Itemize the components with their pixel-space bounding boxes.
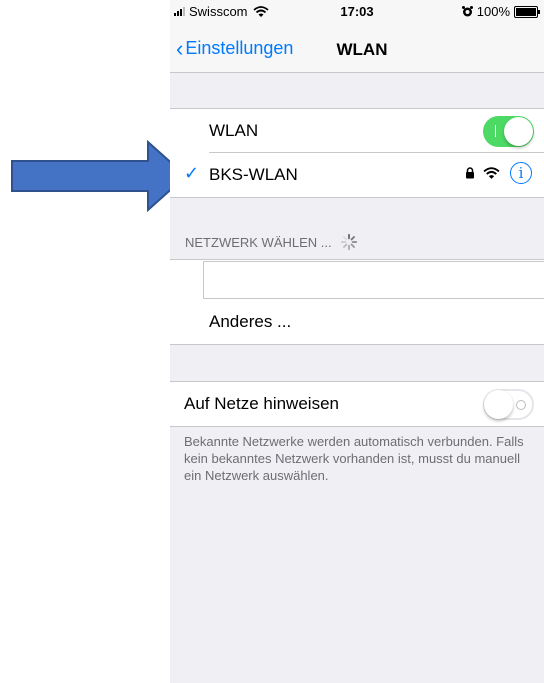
ask-to-join-toggle[interactable] xyxy=(483,389,534,420)
current-network-row[interactable]: ✓ BKS-WLAN i xyxy=(170,153,544,197)
other-network-label: Anderes ... xyxy=(209,312,292,331)
loading-spinner-icon xyxy=(340,233,357,251)
ask-to-join-label: Auf Netze hinweisen xyxy=(184,394,339,413)
network-icons: i xyxy=(465,162,532,184)
network-list-group: Anderes ... xyxy=(170,259,544,345)
choose-network-header: NETZWERK WÄHLEN ... xyxy=(185,234,332,250)
alarm-icon xyxy=(461,6,473,17)
other-network-row[interactable]: Anderes ... xyxy=(170,300,544,344)
wlan-group: WLAN ✓ BKS-WLAN i xyxy=(170,108,544,198)
wlan-label: WLAN xyxy=(209,121,259,140)
section-header: NETZWERK WÄHLEN ... xyxy=(185,233,358,251)
status-bar: Swisscom 17:03 100% xyxy=(170,0,544,22)
phone-screen: Swisscom 17:03 100% ‹ Einstellungen WLAN xyxy=(170,0,544,683)
wifi-signal-icon xyxy=(483,166,500,179)
wlan-toggle-row: WLAN xyxy=(170,109,544,153)
ask-to-join-group: Auf Netze hinweisen xyxy=(170,381,544,427)
annotation-arrow-icon xyxy=(11,140,188,212)
wlan-toggle[interactable] xyxy=(483,116,534,147)
checkmark-icon: ✓ xyxy=(184,163,200,183)
toggle-on-mark-icon xyxy=(495,125,496,137)
navigation-bar: ‹ Einstellungen WLAN xyxy=(170,22,544,73)
network-list-row-empty xyxy=(170,260,544,300)
footer-note: Bekannte Netzwerke werden automatisch ve… xyxy=(184,433,534,484)
lock-icon xyxy=(466,167,474,179)
page-title: WLAN xyxy=(336,40,388,59)
toggle-off-mark-icon xyxy=(516,400,526,410)
ask-to-join-row: Auf Netze hinweisen xyxy=(170,382,544,426)
battery-percent: 100% xyxy=(476,4,510,19)
footer-text: Bekannte Netzwerke werden automatisch ve… xyxy=(184,434,524,483)
toggle-knob xyxy=(504,117,533,146)
network-name: BKS-WLAN xyxy=(209,165,298,184)
info-icon[interactable]: i xyxy=(510,162,532,184)
status-right: 100% xyxy=(461,4,540,19)
battery-icon xyxy=(514,5,540,18)
toggle-knob xyxy=(484,390,513,419)
network-placeholder-box xyxy=(203,261,544,299)
